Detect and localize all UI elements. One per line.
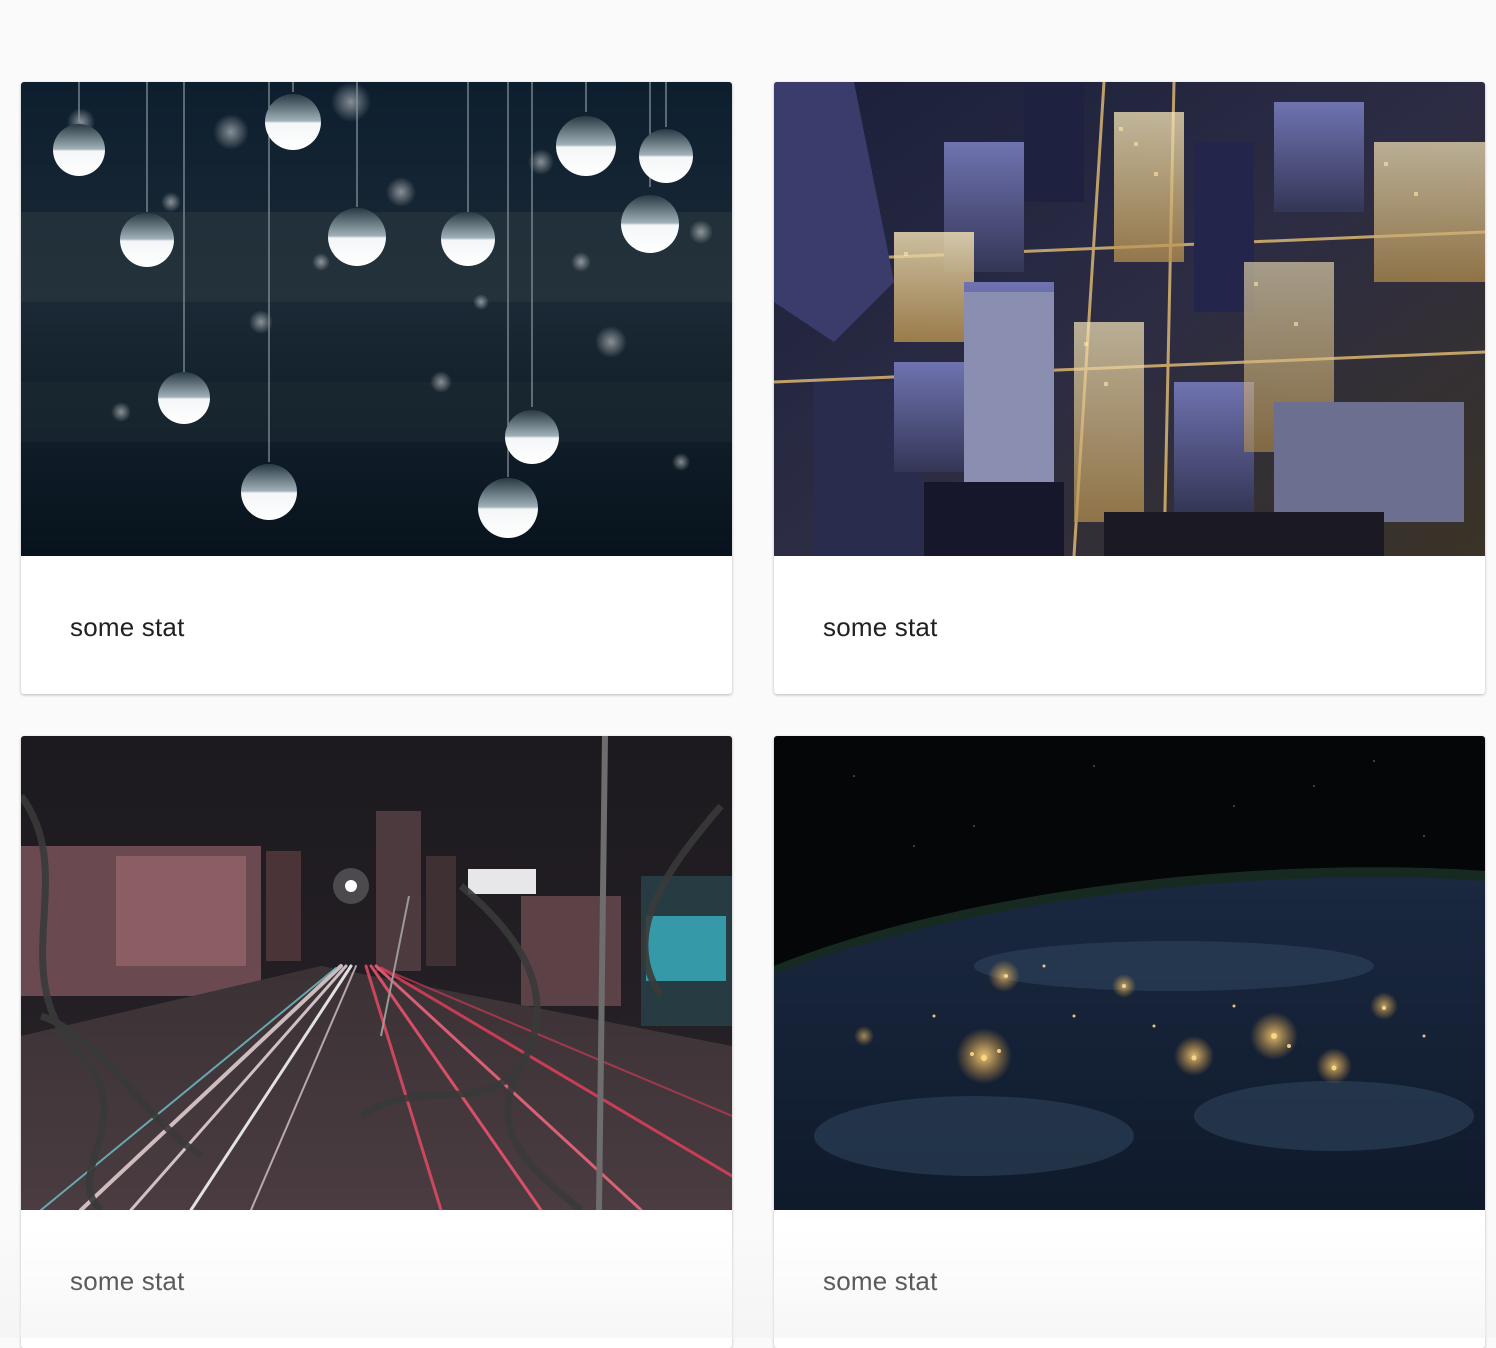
card-body: some stat — [21, 1210, 732, 1348]
card-body: some stat — [774, 1210, 1485, 1348]
card-image-hanging-bulbs — [21, 82, 732, 556]
stat-label: some stat — [70, 612, 185, 643]
stat-card[interactable]: some stat — [774, 736, 1485, 1348]
stat-card[interactable]: some stat — [774, 82, 1485, 694]
stat-label: some stat — [70, 1266, 185, 1297]
card-image-city-aerial — [774, 82, 1485, 556]
stat-label: some stat — [823, 612, 938, 643]
stat-card[interactable]: some stat — [21, 82, 732, 694]
card-image-earth-night — [774, 736, 1485, 1210]
stat-label: some stat — [823, 1266, 938, 1297]
stat-card[interactable]: some stat — [21, 736, 732, 1348]
card-body: some stat — [21, 556, 732, 694]
card-image-highway-trails — [21, 736, 732, 1210]
card-grid: some stat — [21, 82, 1485, 1348]
card-body: some stat — [774, 556, 1485, 694]
